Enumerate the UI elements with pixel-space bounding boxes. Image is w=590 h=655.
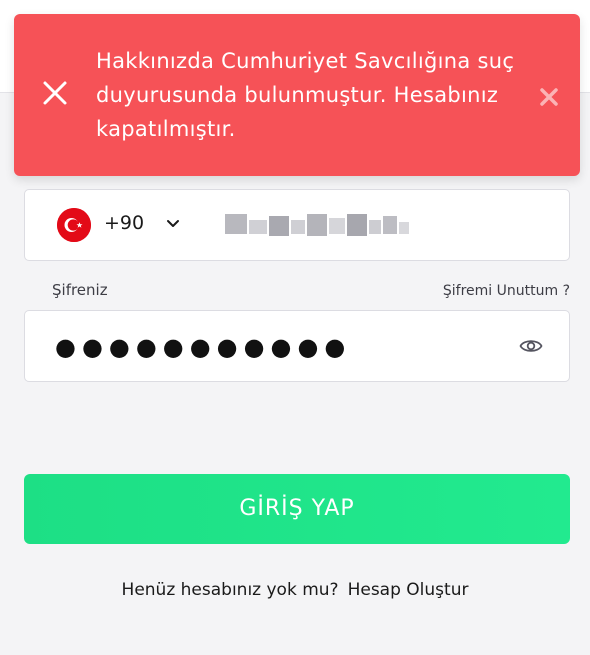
password-label: Şifreniz: [52, 281, 108, 299]
phone-field[interactable]: +90: [24, 189, 570, 261]
login-screen: Hakkınızda Cumhuriyet Savcılığına suç du…: [0, 0, 590, 655]
chevron-down-icon[interactable]: [165, 218, 181, 230]
turkey-flag-icon: [57, 208, 91, 242]
create-account-link[interactable]: Hesap Oluştur: [348, 580, 469, 600]
password-value: ●●●●●●●●●●●: [55, 333, 352, 361]
toast-message: Hakkınızda Cumhuriyet Savcılığına suç du…: [96, 49, 515, 141]
register-prompt: Henüz hesabınız yok mu? Hesap Oluştur: [0, 580, 590, 600]
close-icon: [43, 81, 67, 105]
eye-icon[interactable]: [519, 335, 543, 357]
password-field[interactable]: ●●●●●●●●●●●: [24, 310, 570, 382]
error-toast: Hakkınızda Cumhuriyet Savcılığına suç du…: [14, 14, 580, 176]
register-question: Henüz hesabınız yok mu?: [121, 580, 339, 600]
toast-dismiss-icon[interactable]: [540, 88, 558, 106]
login-button[interactable]: GİRİŞ YAP: [24, 474, 570, 544]
phone-number-input[interactable]: [225, 210, 425, 240]
dial-code: +90: [104, 212, 145, 234]
forgot-password-link[interactable]: Şifremi Unuttum ?: [443, 283, 570, 299]
